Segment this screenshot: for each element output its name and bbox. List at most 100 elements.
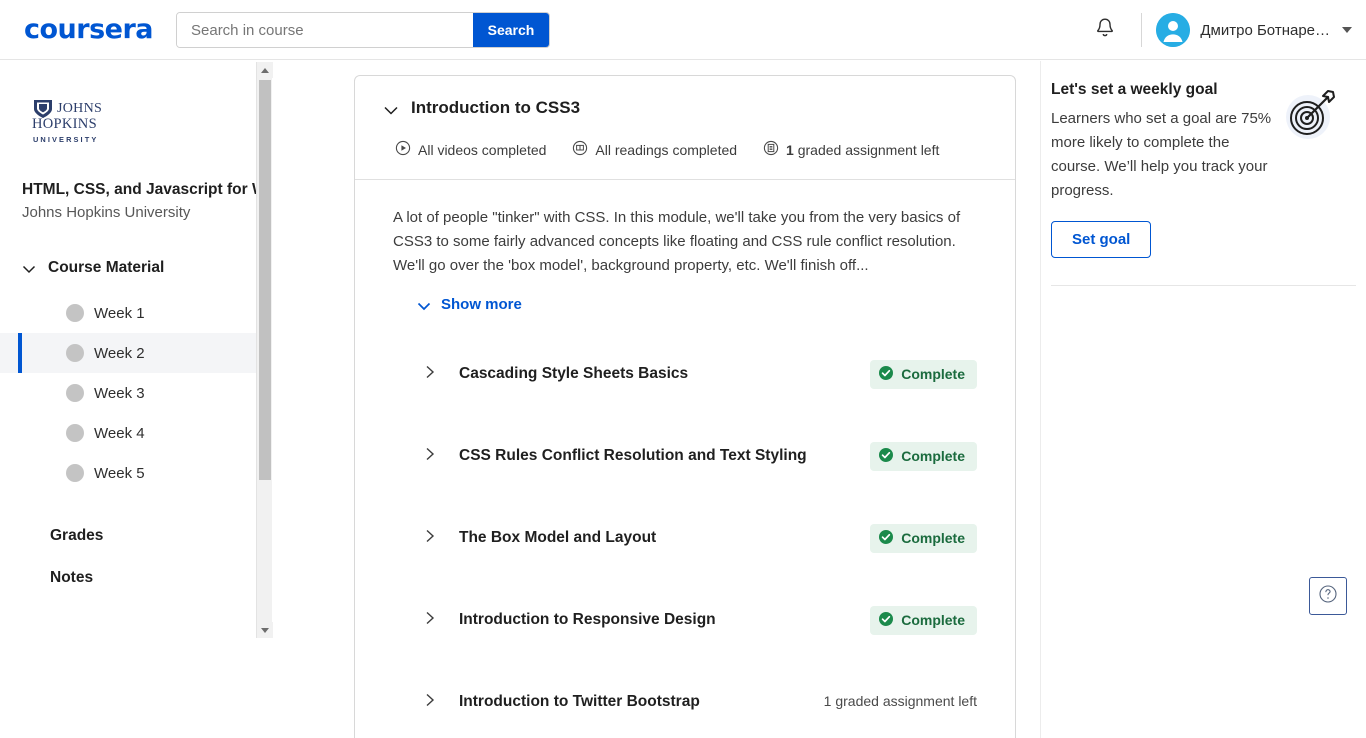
lesson-row[interactable]: Introduction to Responsive Design Comple…	[393, 579, 989, 661]
sidebar-section-course-material[interactable]: Course Material	[0, 259, 256, 277]
chevron-right-icon	[421, 609, 439, 632]
module-card-header: Introduction to CSS3 All videos complete…	[355, 76, 1015, 180]
lesson-title: Introduction to Twitter Bootstrap	[459, 693, 700, 710]
scroll-up-button[interactable]	[257, 62, 273, 78]
sidebar-item-week-5[interactable]: Week 5	[0, 453, 256, 493]
sidebar-item-label: Week 3	[94, 384, 145, 402]
lesson-row[interactable]: The Box Model and Layout Complete	[393, 497, 989, 579]
notifications-button[interactable]	[1083, 8, 1127, 52]
lesson-row[interactable]: Cascading Style Sheets Basics Complete	[393, 333, 989, 415]
lesson-title: CSS Rules Conflict Resolution and Text S…	[459, 447, 807, 464]
lesson-status: Complete	[870, 605, 977, 635]
check-circle-icon	[878, 365, 894, 384]
chevron-down-icon	[20, 260, 36, 276]
check-circle-icon	[878, 447, 894, 466]
scroll-down-button[interactable]	[257, 622, 273, 638]
status-badge: Complete	[870, 359, 977, 389]
status-badge-label: Complete	[901, 612, 965, 628]
sidebar-item-label: Week 1	[94, 304, 145, 322]
goal-description: Learners who set a goal are 75% more lik…	[1051, 110, 1272, 199]
chevron-down-icon	[381, 100, 398, 116]
status-badge: Complete	[870, 441, 977, 471]
play-circle-icon	[395, 140, 411, 159]
week-status-dot-icon	[66, 464, 84, 482]
module-title: Introduction to CSS3	[411, 98, 581, 117]
avatar	[1156, 13, 1191, 47]
meta-readings-completed: All readings completed	[572, 140, 737, 159]
course-search-bar: Search	[176, 12, 550, 48]
chevron-down-icon	[415, 297, 431, 313]
week-status-dot-icon	[66, 384, 84, 402]
user-menu[interactable]: Дмитро Ботнаре…	[1156, 13, 1352, 47]
lesson-status: Complete	[870, 359, 977, 389]
course-title: HTML, CSS, and Javascript for Web	[22, 181, 256, 198]
show-more-button[interactable]: Show more	[415, 296, 989, 313]
course-sidebar: JOHNS HOPKINS UNIVERSITY HTML, CSS, and …	[0, 61, 256, 738]
bell-icon	[1093, 16, 1117, 45]
lesson-title: Introduction to Responsive Design	[459, 611, 716, 628]
main-content-area: Introduction to CSS3 All videos complete…	[273, 61, 1040, 738]
lesson-title: Cascading Style Sheets Basics	[459, 365, 689, 382]
sidebar-item-grades[interactable]: Grades	[50, 515, 256, 557]
meta-graded-assignment-left: 1 graded assignment left	[763, 140, 939, 159]
assignment-circle-icon	[763, 140, 779, 159]
search-input[interactable]	[177, 13, 473, 47]
meta-label: All readings completed	[595, 141, 738, 158]
status-badge-label: Complete	[901, 366, 965, 382]
meta-label: All videos completed	[418, 141, 547, 158]
meta-label: graded assignment left	[793, 141, 940, 158]
status-badge: Complete	[870, 523, 977, 553]
sidebar-section-label: Course Material	[48, 259, 165, 276]
lesson-row[interactable]: Introduction to Twitter Bootstrap 1 grad…	[393, 661, 989, 738]
sidebar-scrollbar[interactable]	[256, 62, 273, 638]
show-more-label: Show more	[441, 296, 522, 313]
module-card-body: A lot of people "tinker" with CSS. In th…	[355, 180, 1015, 738]
lesson-row[interactable]: CSS Rules Conflict Resolution and Text S…	[393, 415, 989, 497]
svg-text:UNIVERSITY: UNIVERSITY	[33, 135, 98, 144]
target-dartboard-icon	[1282, 87, 1338, 143]
sidebar-item-label: Week 5	[94, 464, 145, 482]
chevron-right-icon	[421, 691, 439, 714]
help-button[interactable]	[1309, 577, 1347, 615]
lesson-status: Complete	[870, 523, 977, 553]
rail-divider	[1051, 285, 1356, 286]
module-card: Introduction to CSS3 All videos complete…	[354, 75, 1016, 738]
status-badge-label: Complete	[901, 530, 965, 546]
lesson-status: 1 graded assignment left	[824, 693, 977, 711]
week-status-dot-icon	[66, 304, 84, 322]
scrollbar-thumb[interactable]	[259, 80, 271, 480]
lesson-status: Complete	[870, 441, 977, 471]
module-meta-row: All videos completed All readings comple…	[395, 140, 989, 159]
lesson-list: Cascading Style Sheets Basics Complete C…	[393, 333, 989, 738]
check-circle-icon	[878, 611, 894, 630]
sidebar-week-list: Week 1 Week 2 Week 3 Week 4 Week 5	[0, 293, 256, 493]
svg-text:HOPKINS: HOPKINS	[32, 116, 97, 132]
chevron-right-icon	[421, 445, 439, 468]
question-circle-icon	[1317, 583, 1339, 610]
sidebar-item-week-4[interactable]: Week 4	[0, 413, 256, 453]
johns-hopkins-university-logo: JOHNS HOPKINS UNIVERSITY	[30, 97, 108, 154]
week-status-dot-icon	[66, 424, 84, 442]
meta-videos-completed: All videos completed	[395, 140, 546, 159]
search-button[interactable]: Search	[473, 13, 549, 47]
course-organization: Johns Hopkins University	[22, 204, 191, 221]
sidebar-item-label: Week 2	[94, 344, 145, 362]
triangle-down-icon	[261, 627, 269, 633]
coursera-logo[interactable]: coursera	[24, 14, 154, 45]
module-collapse-toggle[interactable]: Introduction to CSS3	[381, 98, 989, 118]
check-circle-icon	[878, 529, 894, 548]
weekly-goal-card: Let's set a weekly goal Learners who set…	[1041, 61, 1366, 258]
user-name-label: Дмитро Ботнаре…	[1200, 21, 1330, 39]
right-rail: Let's set a weekly goal Learners who set…	[1040, 61, 1366, 738]
sidebar-item-week-3[interactable]: Week 3	[0, 373, 256, 413]
top-navigation-bar: coursera Search Дмитро Ботнаре…	[0, 0, 1366, 60]
sidebar-item-notes[interactable]: Notes	[50, 557, 256, 599]
set-goal-button[interactable]: Set goal	[1051, 221, 1152, 258]
top-bar-divider	[1141, 13, 1143, 47]
status-badge-label: Complete	[901, 448, 965, 464]
goal-title: Let's set a weekly goal	[1051, 81, 1218, 98]
sidebar-item-week-1[interactable]: Week 1	[0, 293, 256, 333]
top-bar-right-cluster: Дмитро Ботнаре…	[1083, 0, 1352, 60]
week-status-dot-icon	[66, 344, 84, 362]
sidebar-item-week-2[interactable]: Week 2	[0, 333, 256, 373]
